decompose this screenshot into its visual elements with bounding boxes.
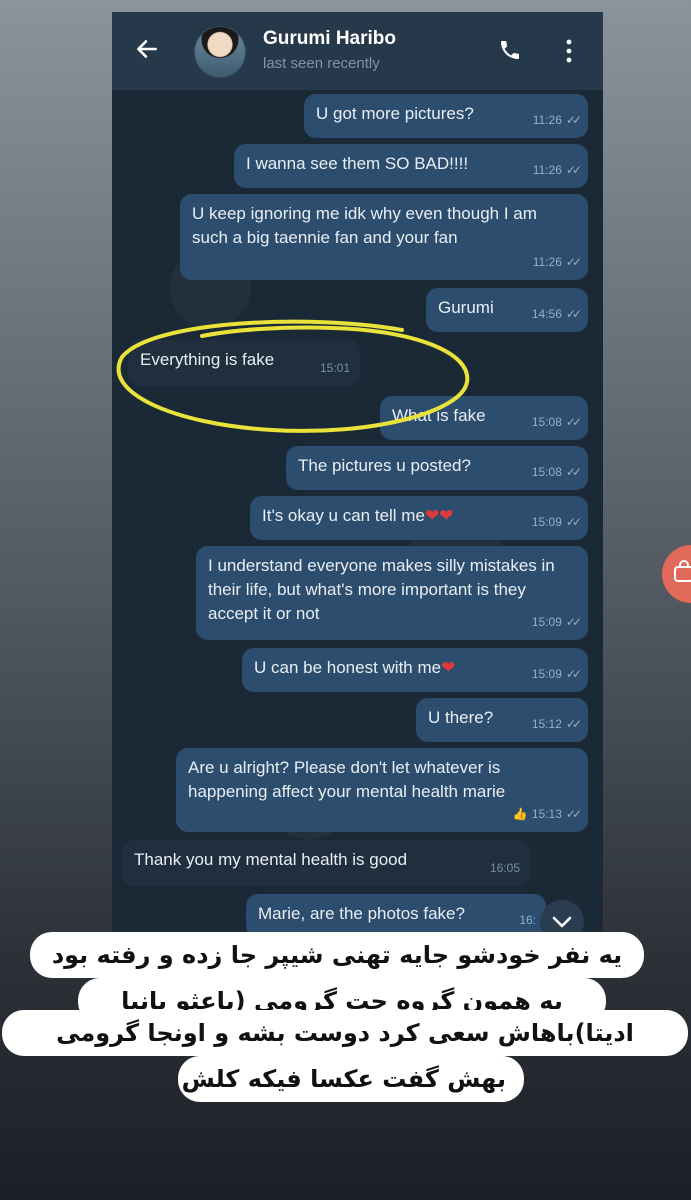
side-floating-button[interactable] [662, 545, 691, 603]
caption-line: ادیتا)باهاش سعی کرد دوست بشه و اونجا گرو… [2, 1010, 688, 1056]
message-meta: 15:09 ✓✓ [531, 610, 582, 634]
message-bubble-outgoing[interactable]: Marie, are the photos fake? 16: [246, 894, 546, 932]
message-time: 15:01 [319, 361, 350, 375]
double-check-icon: ✓✓ [565, 615, 582, 629]
message-time: 15:09 [531, 667, 562, 681]
chevron-down-icon [552, 916, 572, 928]
message-meta: 15:08 ✓✓ [531, 410, 582, 434]
more-vertical-icon[interactable] [564, 38, 574, 64]
message-bubble-incoming[interactable]: Thank you my mental health is good 16:05 [122, 840, 530, 886]
double-check-icon: ✓✓ [565, 807, 582, 821]
message-bubble-outgoing[interactable]: I wanna see them SO BAD!!!! 11:26 ✓✓ [234, 144, 588, 188]
message-meta: 11:26 ✓✓ [532, 250, 582, 274]
message-bubble-outgoing[interactable]: U can be honest with me❤ 15:09 ✓✓ [242, 648, 588, 692]
avatar[interactable] [194, 26, 246, 78]
phone-icon[interactable] [498, 38, 522, 62]
message-bubble-outgoing[interactable]: I understand everyone makes silly mistak… [196, 546, 588, 640]
message-time: 15:13 [531, 807, 562, 821]
message-bubble-outgoing[interactable]: Are u alright? Please don't let whatever… [176, 748, 588, 832]
message-text-body: It's okay u can tell me [262, 506, 425, 525]
message-meta: 👍 15:13 ✓✓ [513, 802, 582, 826]
message-bubble-incoming[interactable]: Everything is fake 15:01 [128, 340, 360, 386]
last-seen-status: last seen recently [263, 55, 380, 72]
double-check-icon: ✓✓ [565, 415, 582, 429]
message-time: 15:08 [531, 415, 562, 429]
message-time: 11:26 [532, 255, 562, 269]
double-check-icon: ✓✓ [565, 163, 582, 177]
message-text: It's okay u can tell me❤❤ [262, 504, 576, 528]
message-meta: 15:09 ✓✓ [531, 662, 582, 686]
thumbs-up-reaction[interactable]: 👍 [513, 807, 528, 821]
double-check-icon: ✓✓ [565, 255, 582, 269]
bag-icon [674, 560, 691, 582]
message-text: Everything is fake [140, 350, 275, 369]
message-text: I understand everyone makes silly mistak… [208, 556, 555, 623]
message-time: 15:09 [531, 515, 562, 529]
caption-line: بهش گفت عکسا فیکه کلش [178, 1056, 524, 1102]
message-meta: 15:12 ✓✓ [531, 712, 582, 736]
message-time: 15:08 [531, 465, 562, 479]
double-check-icon: ✓✓ [565, 307, 582, 321]
message-bubble-outgoing[interactable]: U keep ignoring me idk why even though I… [180, 194, 588, 280]
message-text: Marie, are the photos fake? [258, 904, 465, 923]
message-text: Are u alright? Please don't let whatever… [188, 758, 506, 801]
message-meta: 15:09 ✓✓ [531, 510, 582, 534]
message-time: 11:26 [532, 163, 562, 177]
message-meta: 15:01 [320, 356, 350, 380]
message-time: 14:56 [531, 307, 562, 321]
message-time: 15:09 [531, 615, 562, 629]
message-time: 16:05 [489, 861, 520, 875]
message-bubble-outgoing[interactable]: What is fake 15:08 ✓✓ [380, 396, 588, 440]
caption-line: یه نفر خودشو جایه تهنی شیپر جا زده و رفت… [30, 932, 644, 978]
double-check-icon: ✓✓ [565, 717, 582, 731]
message-time: 16: [519, 913, 536, 927]
message-meta: 15:08 ✓✓ [531, 460, 582, 484]
message-bubble-outgoing[interactable]: It's okay u can tell me❤❤ 15:09 ✓✓ [250, 496, 588, 540]
message-bubble-outgoing[interactable]: Gurumi 14:56 ✓✓ [426, 288, 588, 332]
message-meta: 11:26 ✓✓ [532, 158, 582, 182]
double-check-icon: ✓✓ [565, 113, 582, 127]
message-meta: 14:56 ✓✓ [531, 302, 582, 326]
message-text: Thank you my mental health is good [134, 850, 408, 869]
double-check-icon: ✓✓ [565, 515, 582, 529]
chat-screenshot: Gurumi Haribo last seen recently U got m… [112, 12, 603, 932]
heart-emoji: ❤ [441, 658, 456, 677]
message-meta: 16: [519, 908, 536, 932]
message-bubble-outgoing[interactable]: The pictures u posted? 15:08 ✓✓ [286, 446, 588, 490]
message-meta: 16:05 [490, 856, 520, 880]
message-bubble-outgoing[interactable]: U got more pictures? 11:26 ✓✓ [304, 94, 588, 138]
contact-name[interactable]: Gurumi Haribo [263, 28, 396, 50]
message-text-body: U can be honest with me [254, 658, 442, 677]
message-time: 15:12 [531, 717, 562, 731]
double-check-icon: ✓✓ [565, 667, 582, 681]
message-time: 11:26 [532, 113, 562, 127]
heart-emoji: ❤❤ [424, 506, 454, 525]
message-text: U keep ignoring me idk why even though I… [192, 204, 537, 247]
message-meta: 11:26 ✓✓ [532, 108, 582, 132]
back-arrow-icon[interactable] [134, 36, 160, 62]
message-text: U can be honest with me❤ [254, 656, 576, 680]
chat-header: Gurumi Haribo last seen recently [112, 12, 603, 90]
message-bubble-outgoing[interactable]: U there? 15:12 ✓✓ [416, 698, 588, 742]
double-check-icon: ✓✓ [565, 465, 582, 479]
scroll-down-button[interactable] [540, 900, 584, 932]
message-text: I wanna see them SO BAD!!!! [246, 154, 469, 173]
